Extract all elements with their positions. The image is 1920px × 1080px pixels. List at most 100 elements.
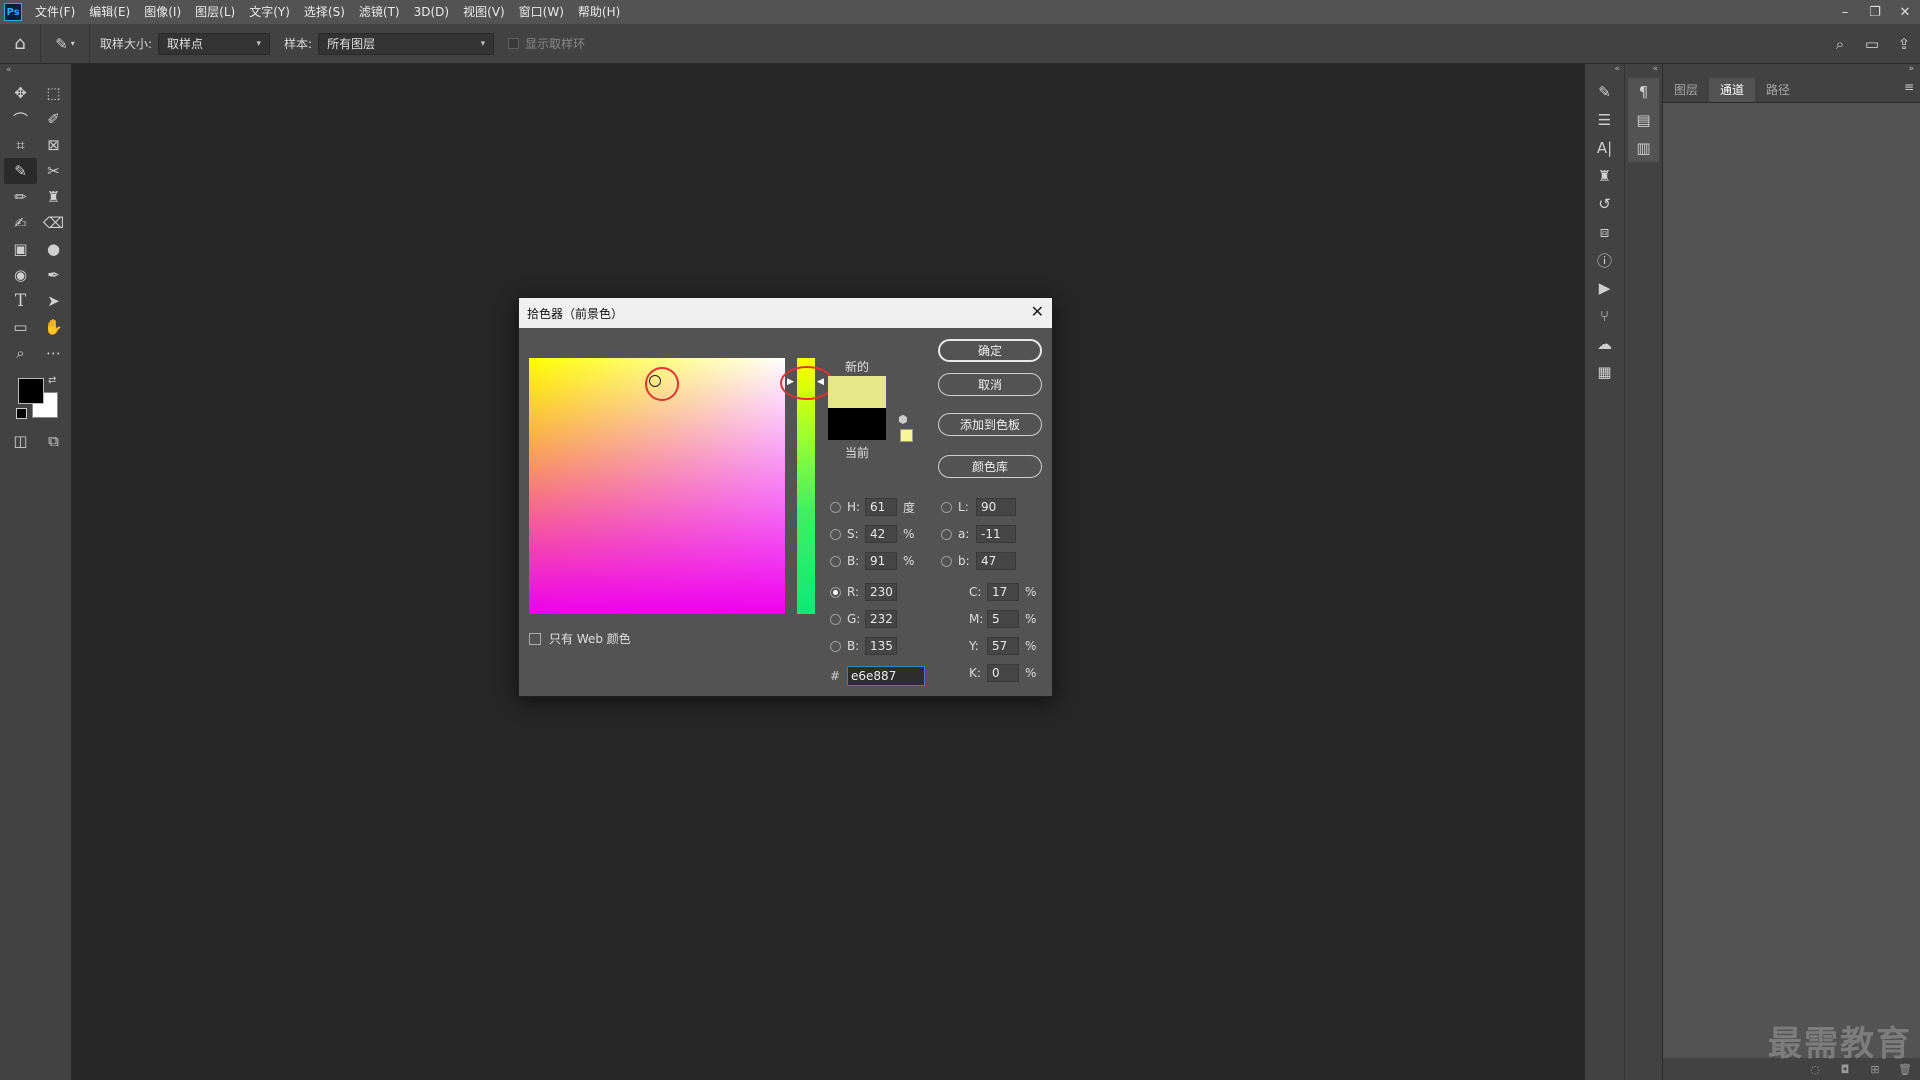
quick-select-tool-icon[interactable]: ✐ (37, 106, 70, 132)
collapse-panels-icon[interactable]: « (1585, 64, 1624, 78)
share-icon[interactable]: ⇪ (1888, 35, 1920, 53)
zoom-tool-icon[interactable]: ⌕ (4, 340, 37, 366)
brightness-input[interactable]: 91 (865, 552, 897, 570)
swap-colors-icon[interactable]: ⇄ (48, 375, 56, 386)
frame-tool-icon[interactable]: ⊠ (37, 132, 70, 158)
menu-select[interactable]: 选择(S) (297, 0, 352, 24)
tab-paths[interactable]: 路径 (1755, 78, 1801, 102)
minimize-icon[interactable]: – (1830, 0, 1860, 24)
sample-dropdown[interactable]: 所有图层 ▾ (318, 32, 495, 55)
lab-l-radio[interactable] (941, 501, 952, 513)
restore-icon[interactable]: ❐ (1860, 0, 1890, 24)
paths-icon[interactable]: ⑂ (1585, 302, 1624, 330)
out-of-gamut-cube-icon[interactable]: ⬢ (898, 413, 908, 426)
quick-mask-icon[interactable]: ◫ (4, 428, 37, 454)
dodge-tool-icon[interactable]: ◉ (4, 262, 37, 288)
cyan-input[interactable]: 17 (987, 583, 1019, 601)
menu-file[interactable]: 文件(F) (28, 0, 82, 24)
eyedropper-preset-icon[interactable]: ✎ ▾ (41, 23, 90, 64)
workspace-icon[interactable]: ▭ (1856, 35, 1888, 53)
blue-input[interactable]: 135 (865, 637, 897, 655)
menu-type[interactable]: 文字(Y) (242, 0, 297, 24)
blue-radio[interactable] (830, 640, 841, 652)
black-input[interactable]: 0 (987, 664, 1019, 682)
move-tool-icon[interactable]: ✥ (4, 80, 37, 106)
screen-mode-icon[interactable]: ⧉ (37, 428, 70, 454)
hex-input[interactable]: e6e887 (847, 666, 925, 686)
3d-icon[interactable]: ☁ (1585, 330, 1624, 358)
green-radio[interactable] (830, 613, 841, 625)
tab-channels[interactable]: 通道 (1709, 78, 1756, 102)
collapse-panels-icon-2[interactable]: « (1625, 64, 1662, 78)
hue-radio[interactable] (830, 501, 841, 513)
paragraph-icon[interactable]: ¶ (1628, 78, 1659, 106)
default-colors-icon[interactable] (16, 408, 27, 419)
eyedropper-tool-icon[interactable]: ✎ (4, 158, 37, 184)
close-icon[interactable]: ✕ (1031, 302, 1044, 321)
web-colors-only-option[interactable]: 只有 Web 颜色 (529, 630, 631, 647)
panel-menu-icon[interactable]: ≡ (1904, 80, 1914, 94)
adjustments-icon[interactable]: ☰ (1585, 106, 1624, 134)
crop-tool-icon[interactable]: ⌗ (4, 132, 37, 158)
collapse-toolbar-icon[interactable]: « (0, 64, 71, 76)
info-icon[interactable]: ⓘ (1585, 246, 1624, 274)
blur-tool-icon[interactable]: ● (37, 236, 70, 262)
table-icon[interactable]: ▦ (1585, 358, 1624, 386)
show-sampling-ring-option[interactable]: 显示取样环 (508, 35, 585, 52)
pen-tool-icon[interactable]: ✒ (37, 262, 70, 288)
home-icon[interactable]: ⌂ (0, 23, 41, 64)
brush-settings-icon[interactable]: ✎ (1585, 78, 1624, 106)
lab-a-radio[interactable] (941, 528, 952, 540)
saturation-radio[interactable] (830, 528, 841, 540)
history-icon[interactable]: ↺ (1585, 190, 1624, 218)
search-icon[interactable]: ⌕ (1824, 35, 1856, 53)
lab-l-input[interactable]: 90 (976, 498, 1016, 516)
show-sampling-ring-checkbox[interactable] (508, 38, 520, 49)
web-colors-only-checkbox[interactable] (529, 632, 541, 645)
green-input[interactable]: 232 (865, 610, 897, 628)
brightness-radio[interactable] (830, 555, 841, 567)
menu-window[interactable]: 窗口(W) (512, 0, 571, 24)
red-radio[interactable] (830, 586, 841, 598)
close-window-icon[interactable]: ✕ (1890, 0, 1920, 24)
tab-layers[interactable]: 图层 (1663, 78, 1709, 102)
magenta-input[interactable]: 5 (987, 610, 1019, 628)
foreground-color-swatch[interactable] (18, 378, 44, 404)
yellow-input[interactable]: 57 (987, 637, 1019, 655)
rectangle-tool-icon[interactable]: ▭ (4, 314, 37, 340)
more-tools-icon[interactable]: ⋯ (37, 340, 70, 366)
type-tool-icon[interactable]: T (4, 288, 37, 314)
stamp-tool-icon[interactable]: ♜ (37, 184, 70, 210)
current-color-swatch[interactable] (828, 408, 886, 440)
lasso-tool-icon[interactable]: ⌒ (4, 106, 37, 132)
paragraph-styles-icon[interactable]: ▤ (1628, 106, 1659, 134)
menu-layer[interactable]: 图层(L) (188, 0, 242, 24)
saturation-input[interactable]: 42 (865, 525, 897, 543)
eraser-tool-icon[interactable]: ⌫ (37, 210, 70, 236)
path-select-icon[interactable]: ➤ (37, 288, 70, 314)
web-safe-swatch[interactable] (900, 429, 913, 442)
color-libraries-button[interactable]: 颜色库 (938, 455, 1042, 478)
menu-3d[interactable]: 3D(D) (407, 0, 456, 24)
menu-image[interactable]: 图像(I) (137, 0, 188, 24)
menu-view[interactable]: 视图(V) (456, 0, 512, 24)
clone-source-icon[interactable]: ♜ (1585, 162, 1624, 190)
hand-tool-icon[interactable]: ✋ (37, 314, 70, 340)
brush-tool-icon[interactable]: ✏ (4, 184, 37, 210)
marquee-tool-icon[interactable]: ⬚ (37, 80, 70, 106)
menu-edit[interactable]: 编辑(E) (82, 0, 137, 24)
gradient-tool-icon[interactable]: ▣ (4, 236, 37, 262)
lab-b-radio[interactable] (941, 555, 952, 567)
lab-a-input[interactable]: -11 (976, 525, 1016, 543)
notes-icon[interactable]: ▥ (1628, 134, 1659, 162)
layer-comps-icon[interactable]: ⧈ (1585, 218, 1624, 246)
actions-play-icon[interactable]: ▶ (1585, 274, 1624, 302)
expand-panels-icon[interactable]: » (1663, 64, 1920, 76)
add-to-swatches-button[interactable]: 添加到色板 (938, 413, 1042, 436)
hue-input[interactable]: 61 (865, 498, 897, 516)
healing-tool-icon[interactable]: ✂ (37, 158, 70, 184)
menu-help[interactable]: 帮助(H) (571, 0, 627, 24)
sample-size-dropdown[interactable]: 取样点 ▾ (158, 32, 271, 55)
ok-button[interactable]: 确定 (938, 339, 1042, 362)
history-brush-icon[interactable]: ✍ (4, 210, 37, 236)
